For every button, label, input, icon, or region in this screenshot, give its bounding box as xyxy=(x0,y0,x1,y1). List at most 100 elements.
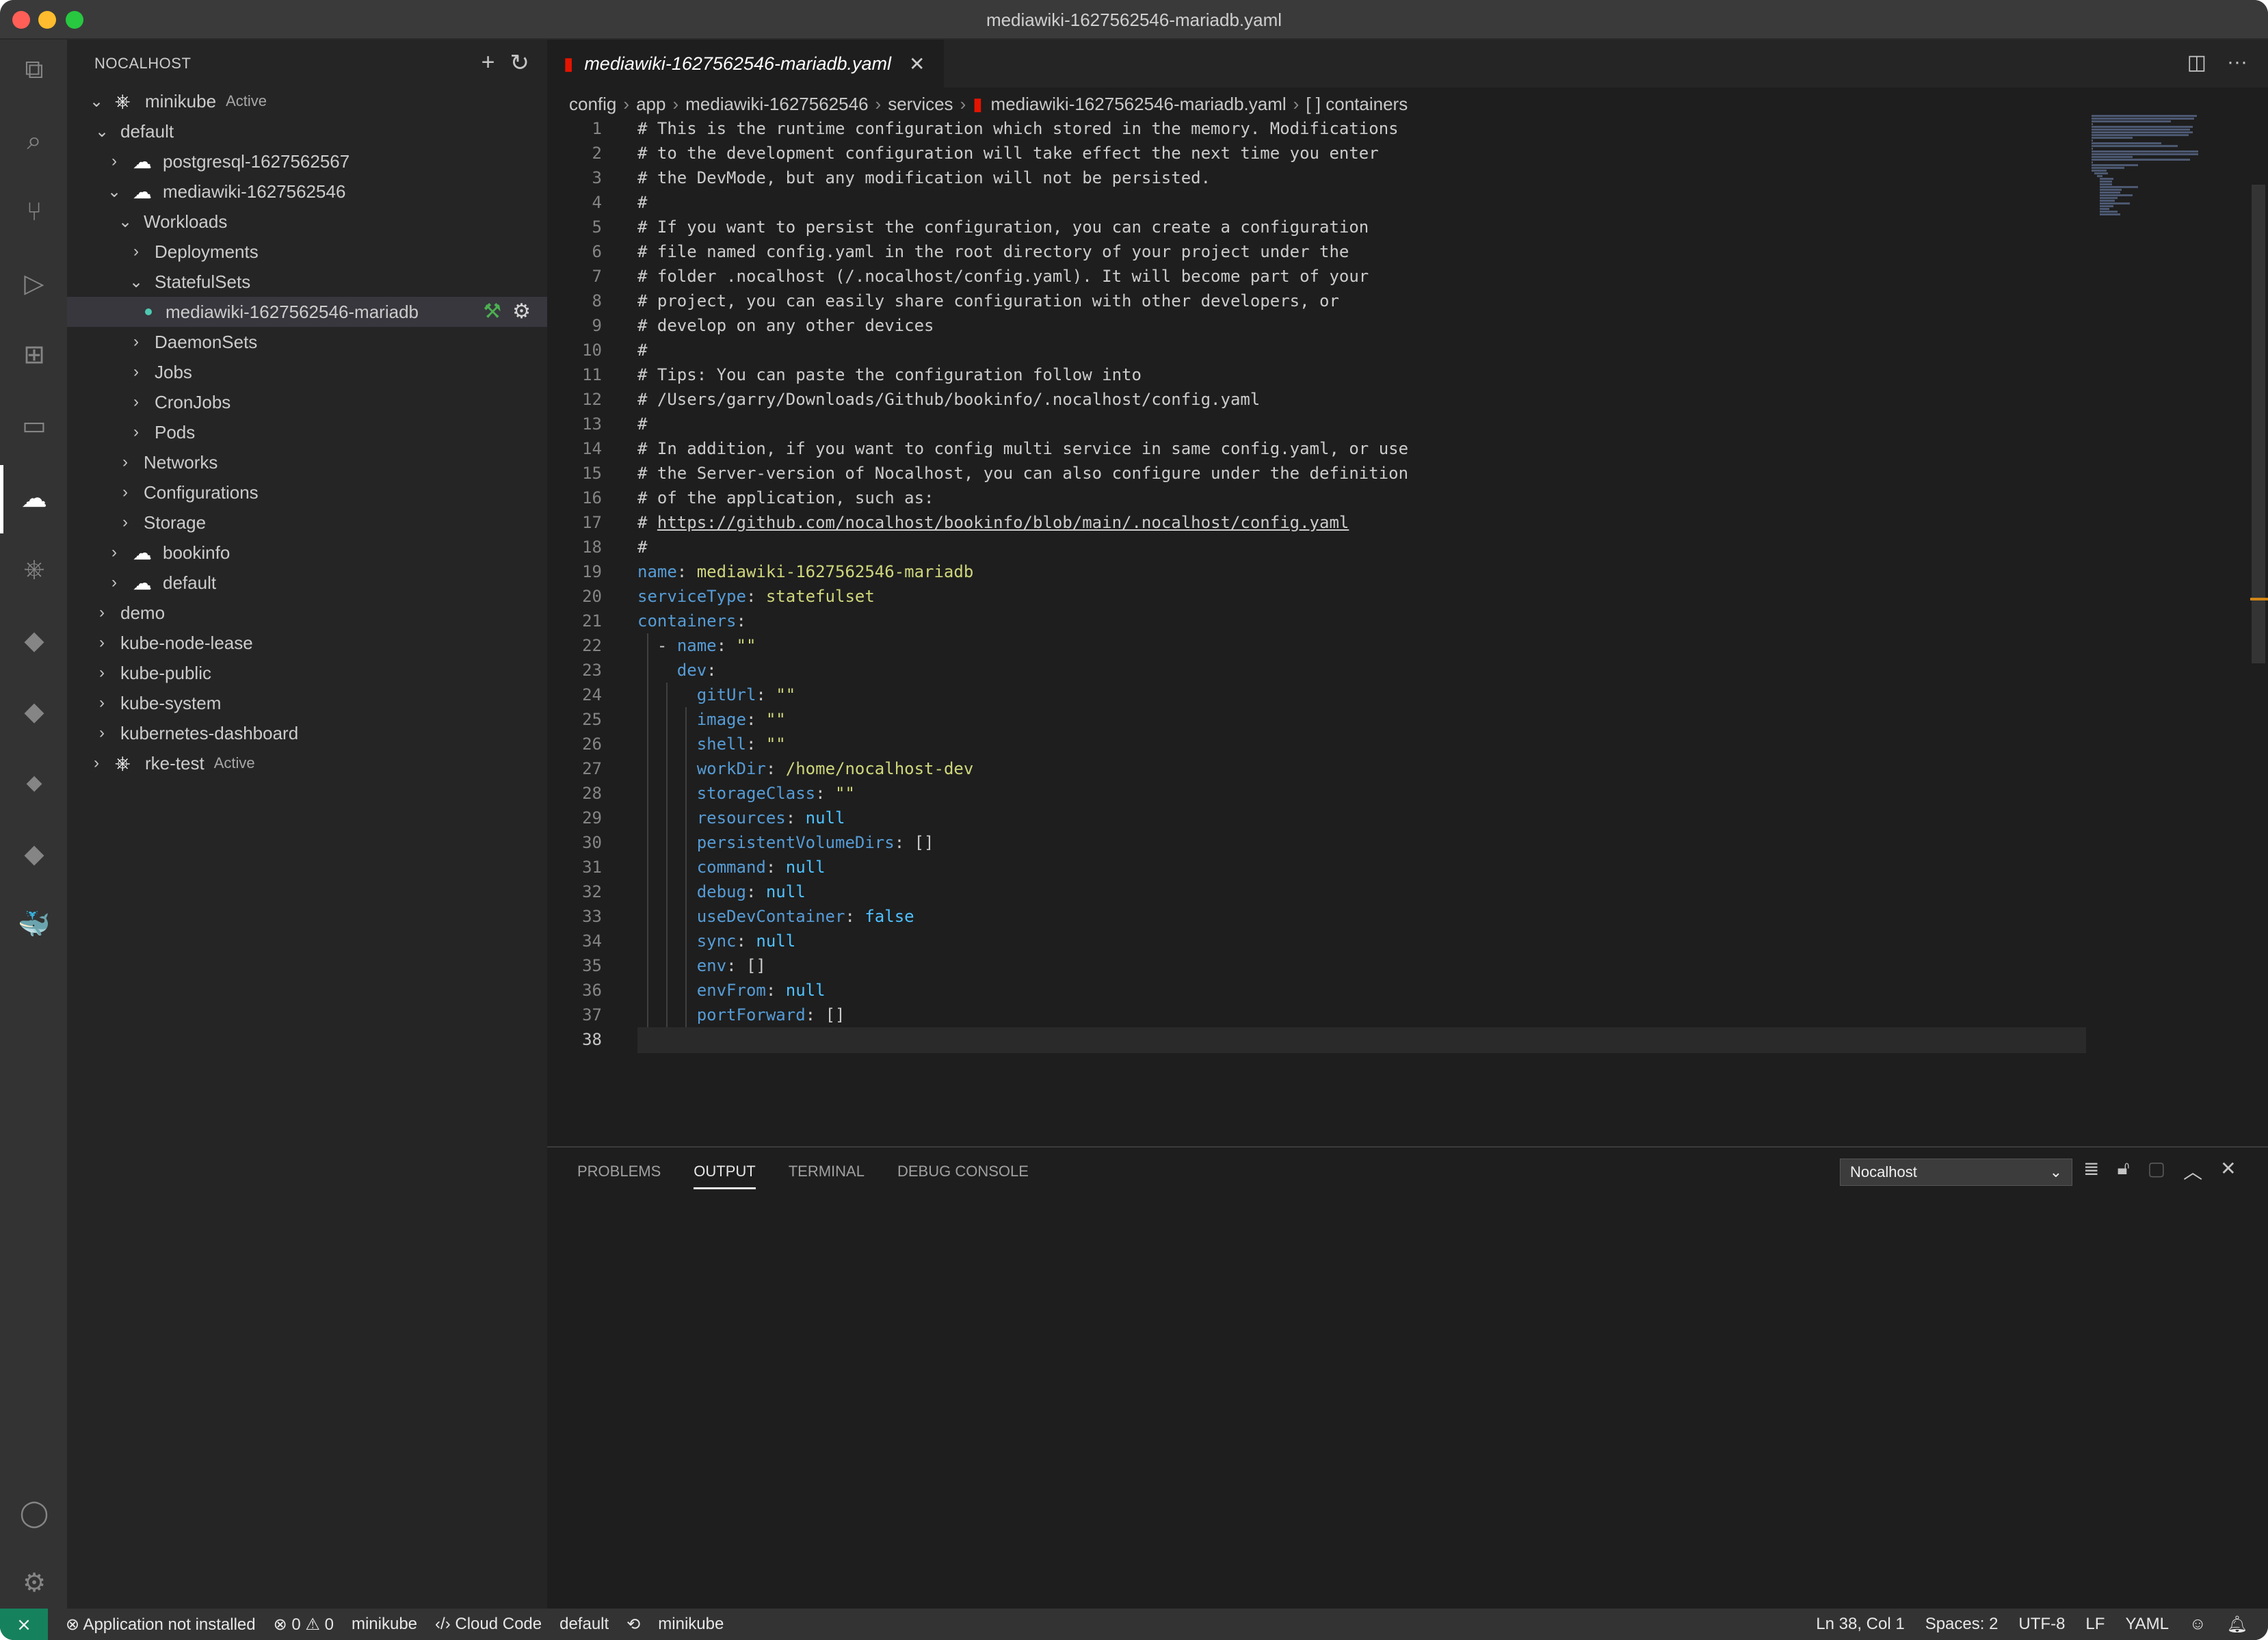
remote-indicator-icon[interactable]: ⨯ xyxy=(0,1609,48,1640)
tree-item-cronjobs[interactable]: › CronJobs xyxy=(67,387,547,417)
gear-icon[interactable]: ⚙ xyxy=(512,300,531,323)
tree-item-app-default[interactable]: › ☁ default xyxy=(67,568,547,598)
indentation[interactable]: Spaces: 2 xyxy=(1925,1615,1999,1634)
docker-icon[interactable]: 🐳 xyxy=(18,908,51,941)
code-line[interactable]: 18 # xyxy=(547,535,2093,559)
code-line[interactable]: 34 sync: null xyxy=(547,929,2093,953)
tree-item-deployments[interactable]: › Deployments xyxy=(67,237,547,267)
scrollbar-thumb[interactable] xyxy=(2252,185,2265,663)
tree-item-minikube[interactable]: ⌄ ⎈ minikube Active xyxy=(67,86,547,116)
maximize-panel-icon[interactable]: ︿ xyxy=(2183,1157,2202,1185)
more-actions-icon[interactable]: ··· xyxy=(2227,51,2247,75)
history-icon[interactable]: ⟲ xyxy=(627,1615,640,1635)
cloud-code-status[interactable]: ‹/› Cloud Code xyxy=(435,1615,542,1634)
tree-item-bookinfo[interactable]: › ☁ bookinfo xyxy=(67,538,547,568)
close-icon[interactable]: ✕ xyxy=(2220,1157,2236,1185)
tab-debug-console[interactable]: DEBUG CONSOLE xyxy=(897,1163,1029,1189)
code-editor[interactable]: 1 # This is the runtime configuration whi… xyxy=(547,116,2093,1142)
lock-icon[interactable]: 🔓︎ xyxy=(2117,1157,2129,1185)
clear-output-icon[interactable]: ≣ xyxy=(2083,1157,2099,1185)
tab-problems[interactable]: PROBLEMS xyxy=(577,1163,661,1189)
code-line[interactable]: 15 # the Server-version of Nocalhost, you… xyxy=(547,461,2093,486)
tree-item-kubernetes-dashboard[interactable]: › kubernetes-dashboard xyxy=(67,718,547,748)
tab-mariadb-yaml[interactable]: ▮ mediawiki-1627562546-mariadb.yaml ✕ xyxy=(547,40,944,88)
code-line[interactable]: 11 # Tips: You can paste the configuratio… xyxy=(547,362,2093,387)
code-line[interactable]: 5 # If you want to persist the configurat… xyxy=(547,215,2093,239)
code-line[interactable]: 7 # folder .nocalhost (/.nocalhost/config… xyxy=(547,264,2093,289)
code-line[interactable]: 14 # In addition, if you want to config m… xyxy=(547,436,2093,461)
cluster-status[interactable]: minikube xyxy=(352,1615,417,1634)
cloud-code-icon[interactable]: ◆ xyxy=(18,624,51,657)
api-icon[interactable]: ◆ xyxy=(18,766,51,799)
code-line[interactable]: 19 name: mediawiki-1627562546-mariadb xyxy=(547,559,2093,584)
refresh-icon[interactable]: ↻ xyxy=(510,49,530,77)
code-line[interactable]: 33 useDevContainer: false xyxy=(547,904,2093,929)
add-cluster-icon[interactable]: + xyxy=(482,49,495,77)
code-line[interactable]: 36 envFrom: null xyxy=(547,978,2093,1003)
tree-item-networks[interactable]: › Networks xyxy=(67,447,547,477)
kubernetes-icon[interactable]: ⎈ xyxy=(18,553,51,585)
code-line[interactable]: 17 # https://github.com/nocalhost/bookinf… xyxy=(547,510,2093,535)
app-status[interactable]: ⊗ Application not installed xyxy=(66,1615,256,1635)
tab-output[interactable]: OUTPUT xyxy=(694,1163,756,1189)
code-line[interactable]: 30 persistentVolumeDirs: [] xyxy=(547,830,2093,855)
tree-item-postgresql[interactable]: › ☁ postgresql-1627562567 xyxy=(67,146,547,176)
tree-item-daemonsets[interactable]: › DaemonSets xyxy=(67,327,547,357)
tree-item-rke-test[interactable]: › ⎈ rke-test Active xyxy=(67,748,547,778)
tree-item-kube-system[interactable]: › kube-system xyxy=(67,688,547,718)
code-line[interactable]: 20 serviceType: statefulset xyxy=(547,584,2093,609)
tree-item-pods[interactable]: › Pods xyxy=(67,417,547,447)
code-line[interactable]: 28 storageClass: "" xyxy=(547,781,2093,806)
tree-item-demo[interactable]: › demo xyxy=(67,598,547,628)
code-line[interactable]: 27 workDir: /home/nocalhost-dev xyxy=(547,756,2093,781)
split-editor-icon[interactable]: ◫ xyxy=(2187,51,2206,75)
code-line[interactable]: 29 resources: null xyxy=(547,806,2093,830)
run-debug-icon[interactable]: ▷ xyxy=(18,267,51,300)
code-line[interactable]: 2 # to the development configuration will… xyxy=(547,141,2093,166)
close-icon[interactable]: ✕ xyxy=(909,53,925,75)
output-channel-select[interactable]: Nocalhost ⌄ xyxy=(1840,1159,2072,1186)
code-line[interactable]: 25 image: "" xyxy=(547,707,2093,732)
code-line[interactable]: 1 # This is the runtime configuration whi… xyxy=(547,116,2093,141)
code-line[interactable]: 35 env: [] xyxy=(547,953,2093,978)
breadcrumb-item[interactable]: mediawiki-1627562546-mariadb.yaml xyxy=(991,94,1287,115)
code-line[interactable]: 31 command: null xyxy=(547,855,2093,879)
code-line[interactable]: 24 gitUrl: "" xyxy=(547,683,2093,707)
tree-item-statefulsets[interactable]: ⌄ StatefulSets xyxy=(67,267,547,297)
tree-item-workloads[interactable]: ⌄ Workloads xyxy=(67,207,547,237)
code-line[interactable]: 23 dev: xyxy=(547,658,2093,683)
code-line[interactable]: 3 # the DevMode, but any modification wil… xyxy=(547,166,2093,190)
code-line[interactable]: 8 # project, you can easily share configu… xyxy=(547,289,2093,313)
tree-item-kube-node-lease[interactable]: › kube-node-lease xyxy=(67,628,547,658)
tree-item-mediawiki[interactable]: ⌄ ☁ mediawiki-1627562546 xyxy=(67,176,547,207)
breadcrumb-item[interactable]: [ ] containers xyxy=(1306,94,1408,115)
problems-count[interactable]: ⊗ 0 ⚠ 0 xyxy=(274,1615,334,1635)
notifications-icon[interactable]: 🔔︎ xyxy=(2227,1615,2247,1635)
breadcrumb-item[interactable]: config xyxy=(569,94,616,115)
hammer-icon[interactable]: ⚒ xyxy=(483,300,501,323)
code-line[interactable]: 4 # xyxy=(547,190,2093,215)
code-line[interactable]: 16 # of the application, such as: xyxy=(547,486,2093,510)
account-icon[interactable]: ◯ xyxy=(18,1496,51,1529)
tree-item-storage[interactable]: › Storage xyxy=(67,507,547,538)
namespace-status[interactable]: default xyxy=(559,1615,609,1634)
remote-explorer-icon[interactable]: ▭ xyxy=(18,409,51,442)
breadcrumb-item[interactable]: app xyxy=(636,94,665,115)
tree-item-kube-public[interactable]: › kube-public xyxy=(67,658,547,688)
search-icon[interactable]: ⌕ xyxy=(18,124,51,157)
cursor-position[interactable]: Ln 38, Col 1 xyxy=(1816,1615,1904,1634)
breadcrumb-item[interactable]: services xyxy=(888,94,953,115)
code-line[interactable]: 21 containers: xyxy=(547,609,2093,633)
open-log-icon[interactable]: ▢ xyxy=(2148,1157,2165,1185)
end-of-line[interactable]: LF xyxy=(2085,1615,2105,1634)
minimap[interactable] xyxy=(2092,115,2247,224)
settings-gear-icon[interactable]: ⚙ xyxy=(18,1566,51,1599)
code-line[interactable]: 9 # develop on any other devices xyxy=(547,313,2093,338)
extensions-icon[interactable]: ⊞ xyxy=(18,338,51,371)
files-icon[interactable]: ⧉ xyxy=(18,53,51,86)
breadcrumb-item[interactable]: mediawiki-1627562546 xyxy=(685,94,868,115)
tree-item-configurations[interactable]: › Configurations xyxy=(67,477,547,507)
code-line[interactable]: 22 - name: "" xyxy=(547,633,2093,658)
source-control-icon[interactable]: ⑂ xyxy=(18,196,51,228)
code-line[interactable]: 10 # xyxy=(547,338,2093,362)
